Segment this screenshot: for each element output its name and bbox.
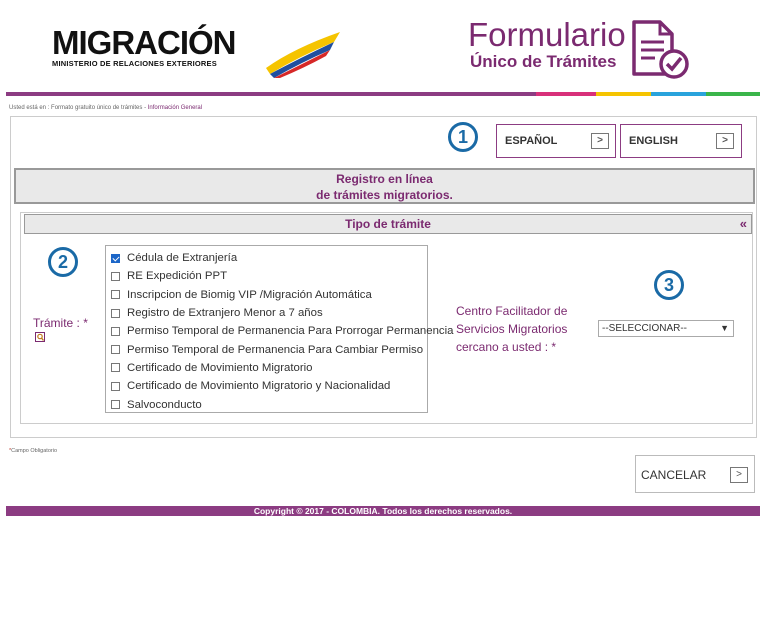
logo-title: MIGRACIÓN xyxy=(52,24,236,61)
tramite-option[interactable]: Inscripcion de Biomig VIP /Migración Aut… xyxy=(106,286,427,304)
page: MIGRACIÓN MINISTERIO DE RELACIONES EXTER… xyxy=(6,0,760,520)
tramite-option-label: RE Expedición PPT xyxy=(127,270,228,283)
arrow-right-icon: > xyxy=(730,467,748,483)
document-check-icon xyxy=(632,20,689,79)
spanish-button[interactable]: ESPAÑOL > xyxy=(496,124,616,158)
tramite-option-label: Certificado de Movimiento Migratorio xyxy=(127,361,313,374)
tramite-checkbox[interactable] xyxy=(111,271,120,281)
tramite-checklist: Cédula de Extranjería RE Expedición PPT In… xyxy=(105,245,453,413)
tramite-option-label: Salvoconducto xyxy=(127,398,202,411)
color-bar xyxy=(6,92,760,96)
required-note: *Campo Obligatorio xyxy=(9,448,57,454)
cancel-button[interactable]: CANCELAR > xyxy=(635,455,755,493)
tramite-option-label: Inscripcion de Biomig VIP /Migración Aut… xyxy=(127,288,372,301)
spanish-label: ESPAÑOL xyxy=(505,135,558,147)
breadcrumb-current[interactable]: Información General xyxy=(148,105,202,111)
footer: Copyright © 2017 - COLOMBIA. Todos los d… xyxy=(6,506,760,516)
tipo-tramite-header[interactable]: Tipo de trámite « xyxy=(24,214,752,234)
registro-line1: Registro en línea xyxy=(336,172,433,186)
breadcrumb: Usted está en : Formato gratuito único d… xyxy=(9,105,202,111)
tramite-checkbox[interactable] xyxy=(111,363,120,373)
migracion-logo[interactable]: MIGRACIÓN MINISTERIO DE RELACIONES EXTER… xyxy=(52,24,340,78)
tramite-option[interactable]: Salvoconducto xyxy=(106,395,427,413)
tramite-checkbox[interactable] xyxy=(111,326,120,336)
marker-3: 3 xyxy=(654,270,684,300)
registro-banner: Registro en línea de trámites migratorio… xyxy=(14,168,755,204)
required-text: Campo Obligatorio xyxy=(11,448,57,454)
tramite-option-label: Registro de Extranjero Menor a 7 años xyxy=(127,307,323,320)
breadcrumb-prefix: Usted está en : Formato gratuito único d… xyxy=(9,105,148,111)
tramite-checkbox[interactable] xyxy=(111,400,120,410)
tramite-checkbox[interactable] xyxy=(111,253,120,263)
form-title: Formulario Único de Trámites xyxy=(468,18,626,72)
chevron-down-icon: ▼ xyxy=(720,323,729,333)
tramite-checkbox[interactable] xyxy=(111,290,120,300)
tramite-option[interactable]: Cédula de Extranjería xyxy=(106,249,427,267)
tramite-checkbox[interactable] xyxy=(111,381,120,391)
tramite-label: Trámite : * xyxy=(33,316,88,330)
cancel-label: CANCELAR xyxy=(641,468,707,482)
tramite-option[interactable]: Permiso Temporal de Permanencia Para Cam… xyxy=(106,340,427,358)
magnifier-icon[interactable] xyxy=(35,332,45,342)
tramite-option[interactable]: Permiso Temporal de Permanencia Para Pro… xyxy=(106,322,453,340)
english-button[interactable]: ENGLISH > xyxy=(620,124,742,158)
arrow-right-icon: > xyxy=(716,133,734,149)
centro-select-value: --SELECCIONAR-- xyxy=(602,323,688,334)
flag-swoosh-icon xyxy=(266,32,340,78)
tramite-checkbox[interactable] xyxy=(111,308,120,318)
tramite-option[interactable]: Certificado de Movimiento Migratorio xyxy=(106,359,427,377)
tramite-checkbox[interactable] xyxy=(111,345,120,355)
centro-select[interactable]: --SELECCIONAR-- ▼ xyxy=(598,320,734,337)
marker-1: 1 xyxy=(448,122,478,152)
logo-subtitle: MINISTERIO DE RELACIONES EXTERIORES xyxy=(52,59,217,68)
form-title-line2: Único de Trámites xyxy=(470,52,617,71)
tramite-option-label: Certificado de Movimiento Migratorio y N… xyxy=(127,380,391,393)
tramite-option-label: Permiso Temporal de Permanencia Para Pro… xyxy=(127,325,454,338)
tramite-option-label: Cédula de Extranjería xyxy=(127,252,238,265)
registro-line2: de trámites migratorios. xyxy=(316,188,453,202)
english-label: ENGLISH xyxy=(629,135,678,147)
tramite-option[interactable]: Registro de Extranjero Menor a 7 años xyxy=(106,304,427,322)
form-title-line1: Formulario xyxy=(468,16,626,53)
marker-2: 2 xyxy=(48,247,78,277)
tramite-option-label: Permiso Temporal de Permanencia Para Cam… xyxy=(127,343,424,356)
arrow-right-icon: > xyxy=(591,133,609,149)
header: MIGRACIÓN MINISTERIO DE RELACIONES EXTER… xyxy=(6,0,760,93)
tipo-tramite-title: Tipo de trámite xyxy=(345,217,431,231)
tramite-option[interactable]: Certificado de Movimiento Migratorio y N… xyxy=(106,377,427,395)
collapse-icon[interactable]: « xyxy=(740,215,747,233)
centro-label: Centro Facilitador de Servicios Migrator… xyxy=(456,304,568,354)
tramite-option[interactable]: RE Expedición PPT xyxy=(106,267,427,285)
